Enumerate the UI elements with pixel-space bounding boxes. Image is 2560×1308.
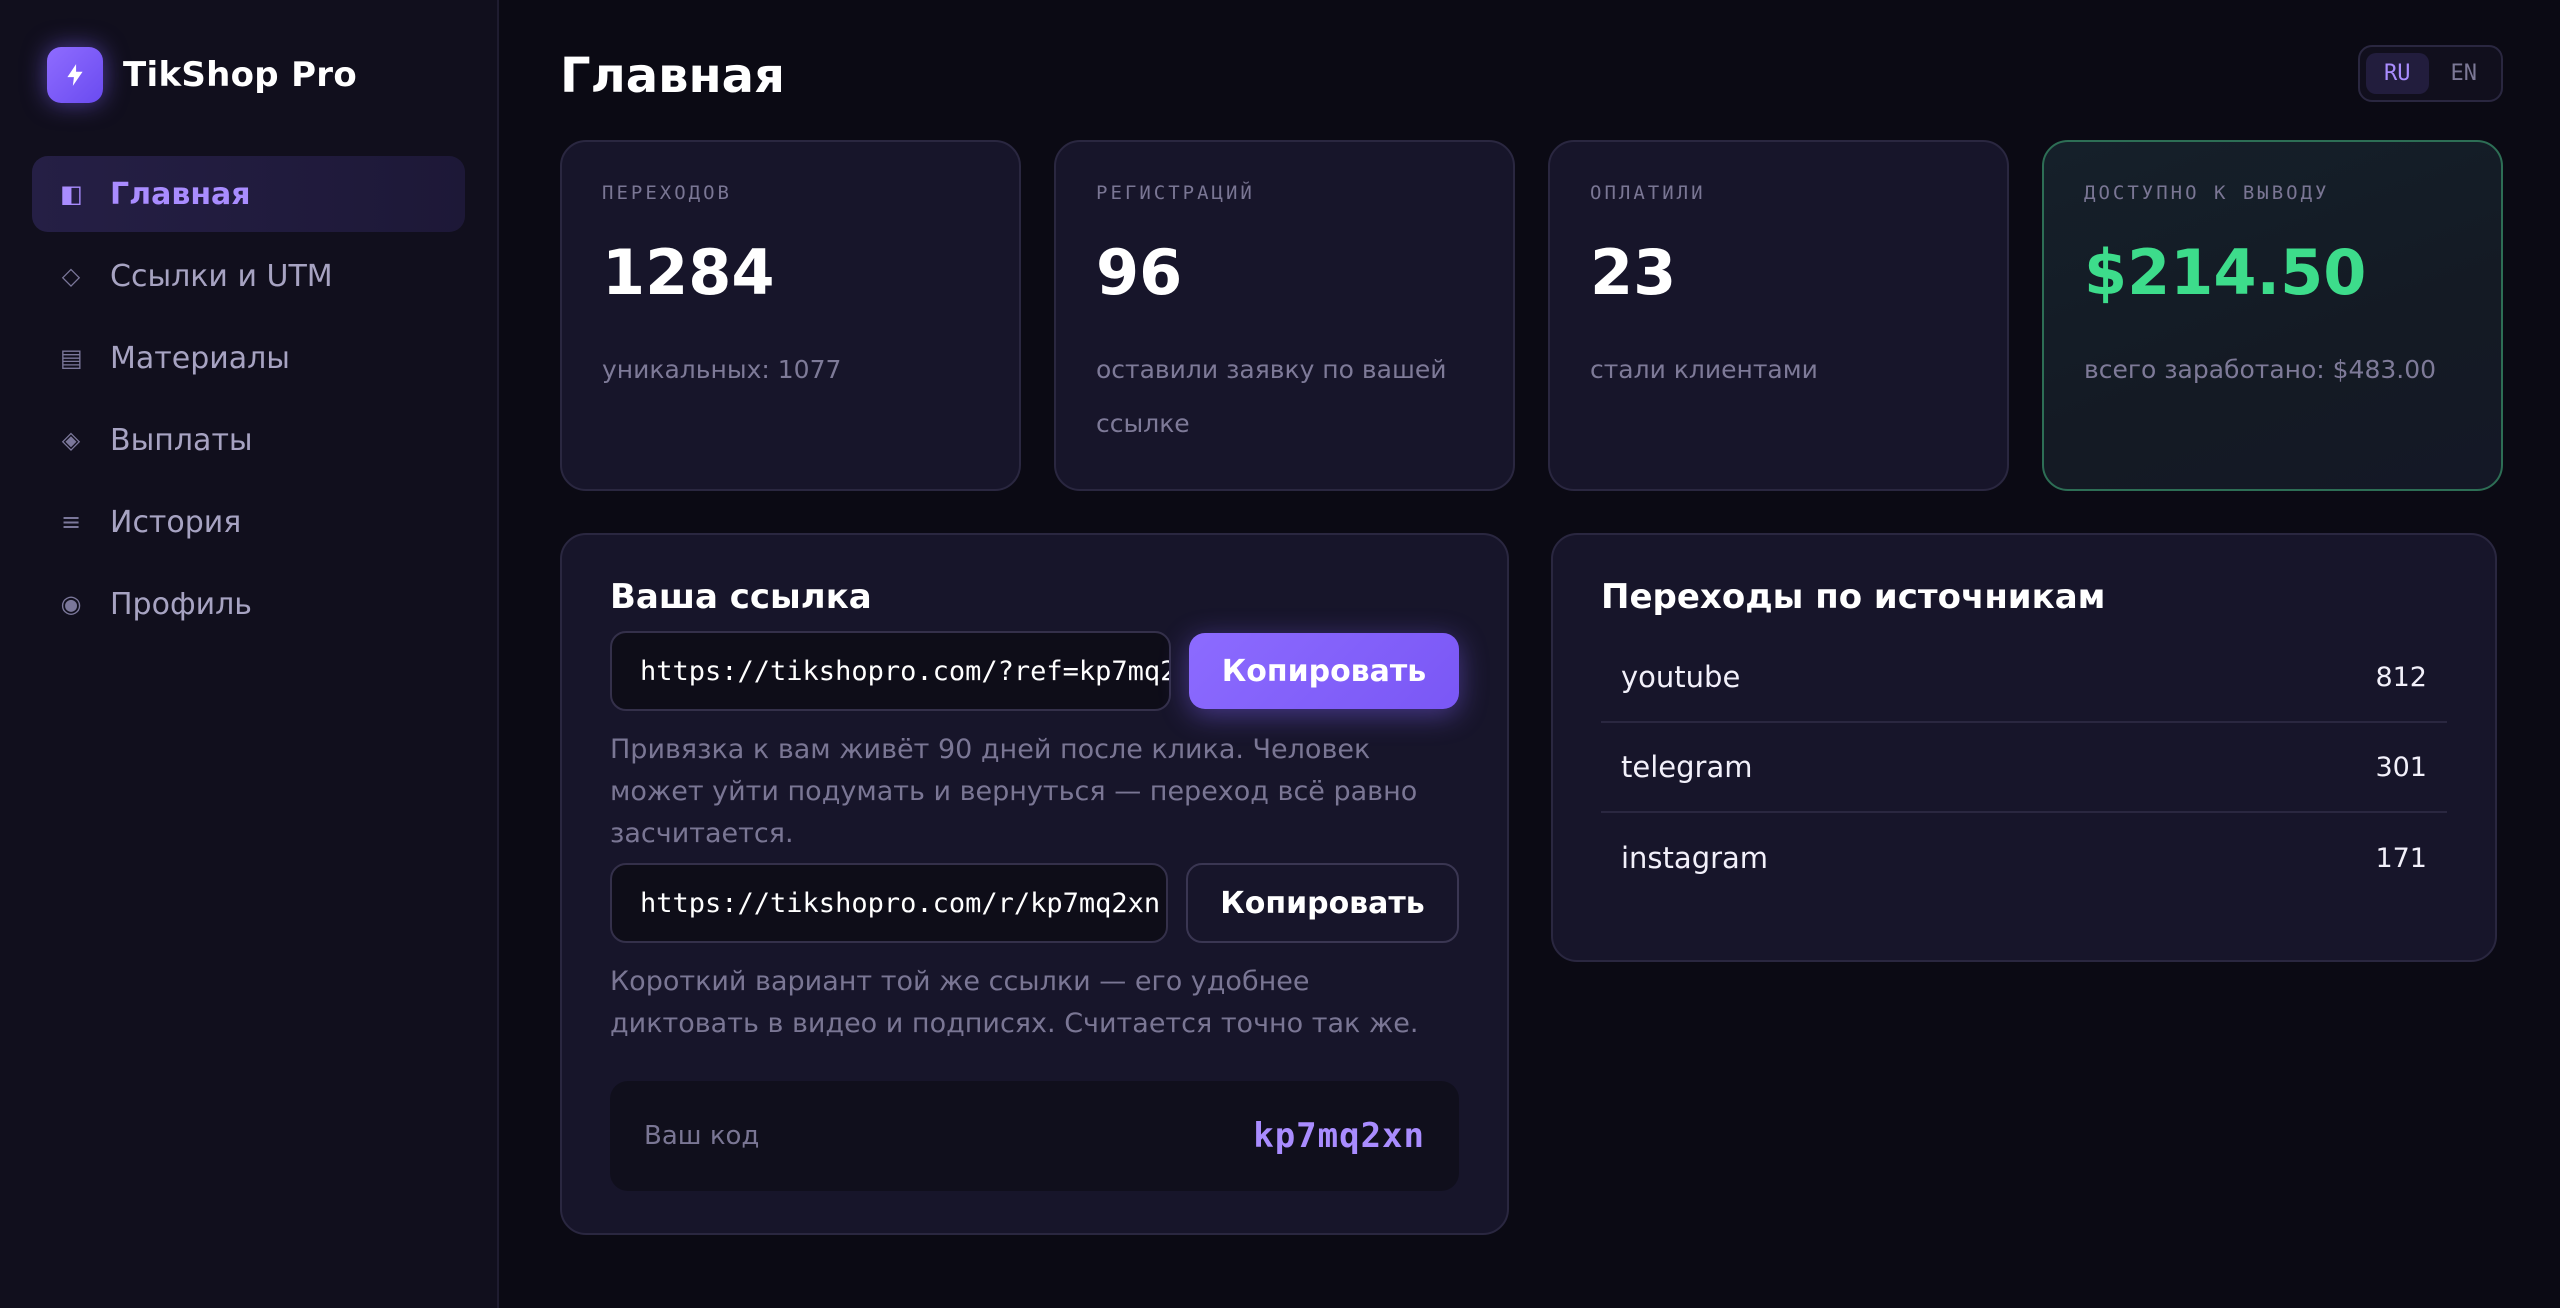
list-item: instagram 171	[1601, 813, 2447, 903]
stat-subtext: уникальных: 1077	[602, 355, 842, 384]
page-title: Главная	[560, 48, 785, 104]
stat-label: ОПЛАТИЛИ	[1590, 182, 1706, 204]
stat-card-clicks: ПЕРЕХОДОВ 1284 уникальных: 1077	[560, 140, 1021, 491]
full-link-row: https://tikshopro.com/?ref=kp7mq2xn Копи…	[610, 631, 1459, 711]
list-item: telegram 301	[1601, 723, 2447, 813]
stat-subtext: всего заработано: $483.00	[2084, 355, 2437, 384]
main-content: Главная RU EN ПЕРЕХОДОВ 1284 уникальных:…	[499, 0, 2560, 1308]
sidebar-item-label: Материалы	[110, 340, 290, 376]
document-icon: ▤	[60, 344, 83, 372]
stat-value: 1284	[602, 236, 775, 309]
app-root: TikShop Pro ◧ Главная ◇ Ссылки и UTM ▤ М…	[0, 0, 2560, 1308]
sources-list: youtube 812 telegram 301 instagram 171	[1601, 633, 2447, 903]
sources-card: Переходы по источникам youtube 812 teleg…	[1551, 533, 2497, 962]
user-icon: ◉	[60, 590, 82, 618]
list-icon: ≡	[60, 508, 82, 536]
stat-subtext: оставили заявку по вашей ссылке	[1096, 355, 1447, 438]
stat-card-paid: ОПЛАТИЛИ 23 стали клиентами	[1548, 140, 2009, 491]
referral-code-box: Ваш код kp7mq2xn	[610, 1081, 1459, 1191]
sidebar-item-profile[interactable]: ◉ Профиль	[32, 566, 465, 642]
code-label: Ваш код	[644, 1121, 760, 1151]
home-icon: ◧	[60, 180, 83, 208]
brand-name: TikShop Pro	[123, 55, 358, 95]
brand[interactable]: TikShop Pro	[47, 46, 465, 104]
sidebar-item-home[interactable]: ◧ Главная	[32, 156, 465, 232]
stat-label: РЕГИСТРАЦИЙ	[1096, 182, 1255, 204]
lang-ru-button[interactable]: RU	[2366, 52, 2429, 94]
wallet-icon: ◈	[61, 426, 81, 454]
sidebar: TikShop Pro ◧ Главная ◇ Ссылки и UTM ▤ М…	[0, 0, 499, 1308]
list-item: youtube 812	[1601, 633, 2447, 723]
sidebar-item-links[interactable]: ◇ Ссылки и UTM	[32, 238, 465, 314]
stat-card-available-balance: ДОСТУПНО К ВЫВОДУ $214.50 всего заработа…	[2042, 140, 2503, 491]
referral-link-card: Ваша ссылка https://tikshopro.com/?ref=k…	[560, 533, 1509, 1235]
referral-code[interactable]: kp7mq2xn	[1253, 1116, 1425, 1156]
card-title: Переходы по источникам	[1601, 577, 2106, 617]
sidebar-item-label: Главная	[110, 176, 251, 212]
topbar: Главная RU EN	[560, 42, 2503, 104]
lang-en-button[interactable]: EN	[2433, 53, 2496, 94]
copy-full-link-button[interactable]: Копировать	[1189, 633, 1459, 709]
sidebar-item-label: История	[110, 504, 242, 540]
card-title: Ваша ссылка	[610, 577, 872, 617]
copy-short-link-button[interactable]: Копировать	[1186, 863, 1459, 943]
short-link-hint: Короткий вариант той же ссылки — его удо…	[610, 966, 1419, 1039]
stat-subtext: стали клиентами	[1590, 355, 1818, 384]
sidebar-nav: ◧ Главная ◇ Ссылки и UTM ▤ Материалы ◈ В…	[32, 156, 465, 642]
lightning-icon	[47, 47, 103, 103]
stat-value: 23	[1590, 236, 1677, 309]
stats-row: ПЕРЕХОДОВ 1284 уникальных: 1077 РЕГИСТРА…	[560, 140, 2503, 491]
short-link-row: https://tikshopro.com/r/kp7mq2xn Копиров…	[610, 863, 1459, 943]
language-switch: RU EN	[2358, 44, 2503, 102]
source-name: instagram	[1621, 841, 1769, 875]
sidebar-item-payouts[interactable]: ◈ Выплаты	[32, 402, 465, 478]
stat-card-registrations: РЕГИСТРАЦИЙ 96 оставили заявку по вашей …	[1054, 140, 1515, 491]
sidebar-item-materials[interactable]: ▤ Материалы	[32, 320, 465, 396]
stat-label: ДОСТУПНО К ВЫВОДУ	[2084, 182, 2330, 204]
sidebar-item-label: Профиль	[110, 586, 252, 622]
sidebar-item-label: Выплаты	[110, 422, 253, 458]
diamond-icon: ◇	[61, 262, 81, 290]
source-count: 301	[2375, 751, 2427, 783]
sidebar-item-label: Ссылки и UTM	[110, 258, 333, 294]
sidebar-item-history[interactable]: ≡ История	[32, 484, 465, 560]
full-link-field[interactable]: https://tikshopro.com/?ref=kp7mq2xn	[610, 631, 1171, 711]
short-link-field[interactable]: https://tikshopro.com/r/kp7mq2xn	[610, 863, 1168, 943]
source-count: 171	[2375, 842, 2427, 874]
source-count: 812	[2375, 661, 2427, 693]
stat-value: $214.50	[2084, 236, 2367, 309]
lower-row: Ваша ссылка https://tikshopro.com/?ref=k…	[560, 533, 2503, 1235]
source-name: telegram	[1621, 750, 1753, 784]
full-link-hint: Привязка к вам живёт 90 дней после клика…	[610, 734, 1418, 849]
source-name: youtube	[1621, 660, 1741, 694]
stat-label: ПЕРЕХОДОВ	[602, 182, 732, 204]
stat-value: 96	[1096, 236, 1183, 309]
